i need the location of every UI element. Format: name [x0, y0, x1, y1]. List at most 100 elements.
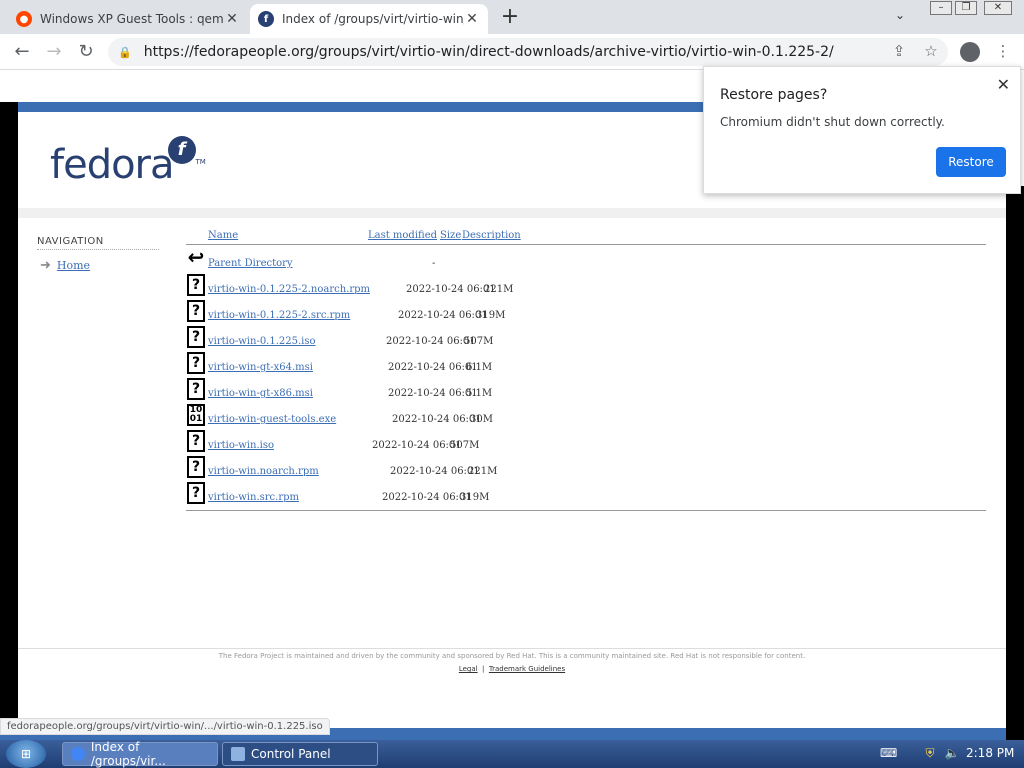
system-clock[interactable]: 2:18 PM — [966, 746, 1014, 760]
nav-home-link[interactable]: Home — [57, 259, 90, 272]
close-window-button[interactable]: ✕ — [984, 1, 1012, 15]
sort-size-link[interactable]: Size — [440, 230, 461, 241]
file-link[interactable]: virtio-win.src.rpm — [208, 492, 299, 503]
taskbar-item-label: Index of /groups/vir... — [90, 740, 166, 768]
restore-window-button[interactable]: ❐ — [955, 1, 977, 15]
tab-reddit[interactable]: ● Windows XP Guest Tools : qemu_kvm ✕ — [8, 4, 248, 34]
table-row: ? virtio-win.iso 2022-10-24 06:01 507M — [186, 430, 986, 456]
trademark-guidelines-link[interactable]: Trademark Guidelines — [489, 665, 565, 673]
listing-header: Name Last modified Size Description — [186, 226, 986, 242]
file-modified: 2022-10-24 06:01 — [388, 388, 478, 399]
file-link[interactable]: virtio-win-0.1.225-2.noarch.rpm — [208, 284, 370, 295]
profile-avatar-icon[interactable] — [960, 42, 980, 62]
restore-button[interactable]: Restore — [936, 147, 1006, 177]
table-row: ? virtio-win-0.1.225-2.noarch.rpm 2022-1… — [186, 274, 986, 300]
file-unknown-icon: ? — [187, 274, 205, 296]
status-bubble: fedorapeople.org/groups/virt/virtio-win/… — [0, 718, 330, 735]
tab-search-chevron-icon[interactable]: ⌄ — [895, 8, 905, 22]
sort-description-link[interactable]: Description — [462, 230, 521, 241]
fedora-icon: f — [258, 11, 274, 27]
bookmark-star-icon[interactable]: ☆ — [920, 42, 942, 64]
file-modified: 2022-10-24 06:01 — [398, 310, 488, 321]
dialog-title: Restore pages? — [720, 87, 828, 103]
file-modified: 2022-10-24 06:01 — [390, 466, 480, 477]
start-button[interactable]: ⊞ — [6, 740, 46, 768]
reload-icon[interactable]: ↻ — [74, 40, 98, 64]
url-text: https://fedorapeople.org/groups/virt/vir… — [143, 44, 834, 60]
file-link[interactable]: virtio-win.iso — [208, 440, 274, 451]
parent-directory-row: ↩ Parent Directory - — [186, 245, 986, 274]
tab-strip: ● Windows XP Guest Tools : qemu_kvm ✕ f … — [0, 0, 1024, 34]
chromium-icon — [71, 747, 85, 761]
windows-taskbar: ⊞ Index of /groups/vir... Control Panel … — [0, 740, 1024, 768]
back-folder-icon: ↩ — [187, 245, 205, 270]
table-row: ? virtio-win-0.1.225.iso 2022-10-24 06:0… — [186, 326, 986, 352]
file-unknown-icon: ? — [187, 326, 205, 348]
file-unknown-icon: ? — [187, 352, 205, 374]
tab-index[interactable]: f Index of /groups/virt/virtio-win/direc… — [250, 4, 488, 34]
sort-name-link[interactable]: Name — [208, 230, 238, 241]
file-link[interactable]: virtio-win-gt-x64.msi — [208, 362, 313, 373]
file-link[interactable]: virtio-win-0.1.225.iso — [208, 336, 316, 347]
file-size: 319M — [476, 310, 506, 321]
right-border — [1006, 186, 1024, 742]
speaker-icon[interactable]: 🔈 — [944, 746, 960, 762]
address-bar[interactable]: 🔒 https://fedorapeople.org/groups/virt/v… — [108, 38, 948, 66]
taskbar-item-browser[interactable]: Index of /groups/vir... — [62, 740, 218, 768]
lock-icon: 🔒 — [118, 45, 132, 59]
file-size: 5.1M — [466, 388, 493, 399]
file-size: 507M — [464, 336, 494, 347]
file-size: - — [432, 258, 436, 269]
browser-toolbar: ← → ↻ 🔒 https://fedorapeople.org/groups/… — [0, 34, 1024, 70]
forward-arrow-icon[interactable]: → — [42, 40, 66, 64]
tab-title: Windows XP Guest Tools : qemu_kvm — [40, 12, 224, 26]
file-unknown-icon: ? — [187, 300, 205, 322]
fedora-logo[interactable]: fedora f TM — [50, 136, 206, 188]
close-tab-icon[interactable]: ✕ — [224, 11, 240, 27]
left-border — [0, 102, 18, 742]
taskbar-item-label: Control Panel — [251, 747, 331, 761]
file-size: 221M — [484, 284, 514, 295]
file-unknown-icon: ? — [187, 430, 205, 452]
new-tab-button[interactable]: + — [498, 6, 522, 30]
table-row: ? virtio-win-0.1.225-2.src.rpm 2022-10-2… — [186, 300, 986, 326]
parent-directory-link[interactable]: Parent Directory — [208, 258, 293, 269]
file-modified: 2022-10-24 06:01 — [388, 362, 478, 373]
footer-notice: The Fedora Project is maintained and dri… — [218, 652, 806, 660]
close-icon[interactable]: ✕ — [997, 75, 1010, 94]
minimize-button[interactable]: – — [930, 1, 952, 15]
file-link[interactable]: virtio-win.noarch.rpm — [208, 466, 319, 477]
navigation-sidebar: NAVIGATION ➜ Home — [37, 236, 159, 273]
fedora-infinity-icon: f — [167, 136, 196, 164]
fedora-page: fedora f TM NAVIGATION ➜ Home Name Last … — [18, 102, 1006, 742]
file-link[interactable]: virtio-win-guest-tools.exe — [208, 414, 336, 425]
back-arrow-icon[interactable]: ← — [10, 40, 34, 64]
shield-icon[interactable]: ⛨ — [922, 746, 938, 762]
header-divider — [18, 208, 1006, 218]
nav-item-home[interactable]: ➜ Home — [37, 258, 159, 273]
close-tab-icon[interactable]: ✕ — [464, 11, 480, 27]
menu-kebab-icon[interactable]: ⋮ — [992, 42, 1014, 64]
file-size: 507M — [450, 440, 480, 451]
file-link[interactable]: virtio-win-0.1.225-2.src.rpm — [208, 310, 350, 321]
taskbar-item-control-panel[interactable]: Control Panel — [222, 742, 378, 766]
logo-wordmark: fedora — [50, 142, 175, 188]
table-row: ? virtio-win-gt-x64.msi 2022-10-24 06:01… — [186, 352, 986, 378]
share-icon[interactable]: ⇪ — [888, 42, 910, 64]
reddit-icon: ● — [16, 11, 32, 27]
keyboard-icon[interactable]: ⌨ — [880, 746, 897, 762]
file-link[interactable]: virtio-win-gt-x86.msi — [208, 388, 313, 399]
tab-title: Index of /groups/virt/virtio-win/direct-… — [282, 12, 464, 26]
file-modified: 2022-10-24 06:01 — [406, 284, 496, 295]
legal-link[interactable]: Legal — [459, 665, 478, 673]
control-panel-icon — [231, 747, 245, 761]
trademark-mark: TM — [195, 158, 206, 166]
file-modified: 2022-10-24 06:01 — [386, 336, 476, 347]
footer-links: Legal | Trademark Guidelines — [458, 665, 566, 673]
dialog-message: Chromium didn't shut down correctly. — [720, 115, 945, 129]
file-size: 319M — [460, 492, 490, 503]
arrow-right-icon: ➜ — [40, 258, 51, 273]
file-unknown-icon: ? — [187, 378, 205, 400]
header-rule — [186, 244, 986, 245]
sort-modified-link[interactable]: Last modified — [368, 230, 437, 241]
